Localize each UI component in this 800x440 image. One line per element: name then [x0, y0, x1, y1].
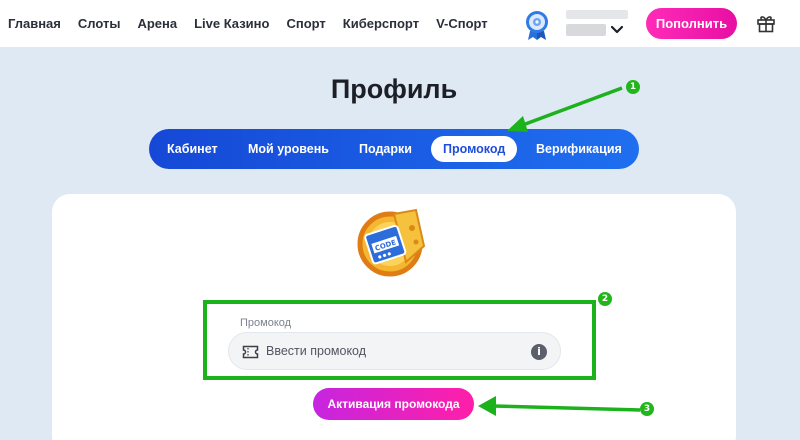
tab-cabinet[interactable]: Кабинет — [167, 136, 218, 162]
tab-verification[interactable]: Верификация — [536, 136, 622, 162]
nav-item-slots[interactable]: Слоты — [78, 16, 121, 31]
profile-tabs: Кабинет Мой уровень Подарки Промокод Вер… — [149, 129, 639, 169]
gift-icon[interactable] — [756, 13, 776, 33]
nav-item-esport[interactable]: Киберспорт — [343, 16, 419, 31]
nav-item-v-sport[interactable]: V-Спорт — [436, 16, 488, 31]
annotation-marker-2: 2 — [598, 292, 612, 306]
promo-coupon-illustration: CODE — [357, 208, 426, 277]
nav-item-main[interactable]: Главная — [8, 16, 61, 31]
tab-my-level[interactable]: Мой уровень — [248, 136, 329, 162]
tab-gifts[interactable]: Подарки — [359, 136, 412, 162]
balance-placeholder[interactable] — [566, 24, 606, 36]
nav-item-sport[interactable]: Спорт — [286, 16, 325, 31]
page-title: Профиль — [330, 74, 458, 104]
nav-item-live-casino[interactable]: Live Казино — [194, 16, 269, 31]
deposit-button[interactable]: Пополнить — [646, 8, 737, 39]
main-nav: Главная Слоты Арена Live Казино Спорт Ки… — [8, 0, 505, 47]
annotation-marker-3: 3 — [640, 402, 654, 416]
activate-promo-button[interactable]: Активация промокода — [313, 388, 474, 420]
nav-item-arena[interactable]: Арена — [137, 16, 177, 31]
annotation-marker-1: 1 — [626, 80, 640, 94]
chevron-down-icon[interactable] — [610, 22, 624, 36]
tab-promocode[interactable]: Промокод — [431, 136, 518, 162]
username-placeholder[interactable] — [566, 10, 628, 19]
top-navigation-bar: Главная Слоты Арена Live Казино Спорт Ки… — [0, 0, 800, 47]
avatar-badge-icon[interactable] — [524, 9, 550, 41]
annotation-highlight-box — [203, 300, 596, 380]
